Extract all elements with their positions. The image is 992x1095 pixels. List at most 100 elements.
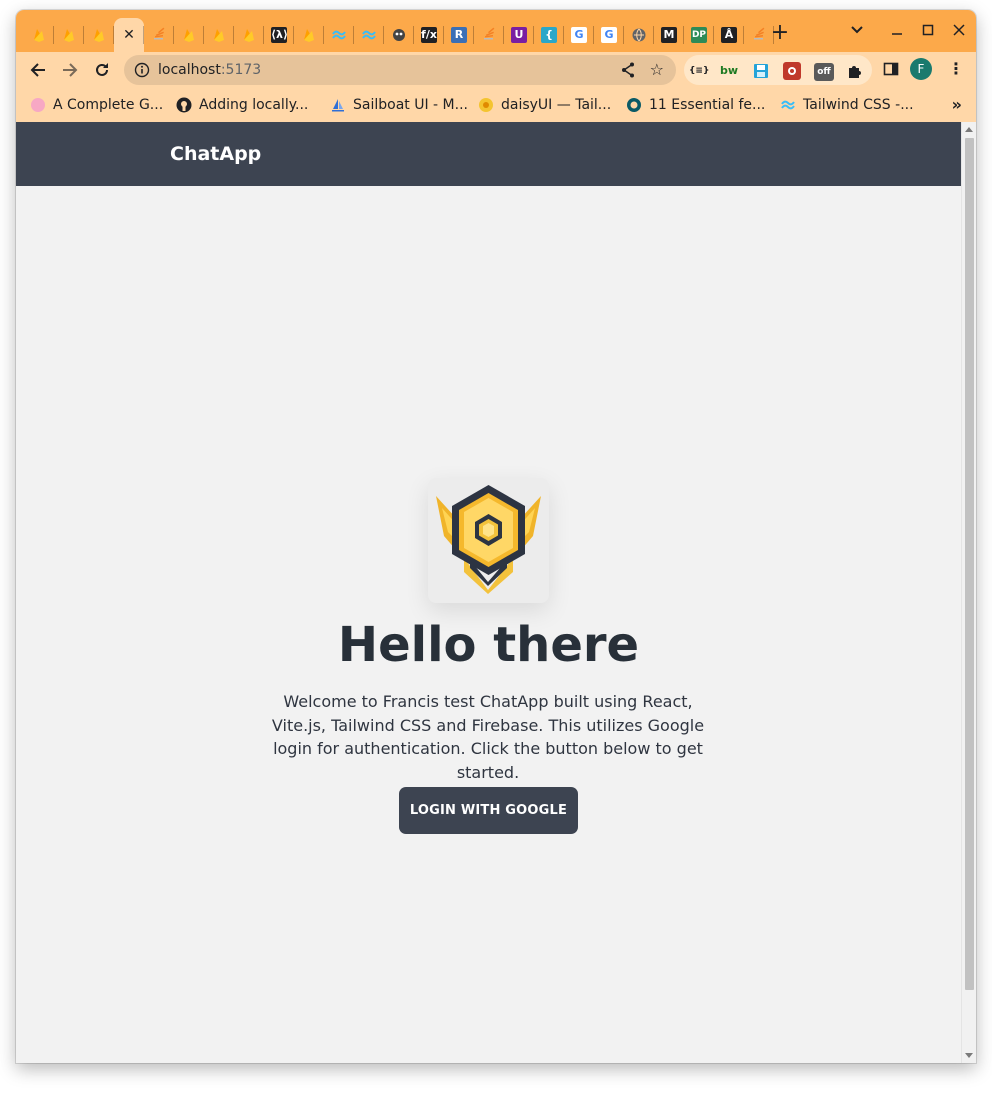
firebase-icon: [64, 29, 74, 42]
stackoverflow-icon: [754, 27, 765, 40]
app-navbar: ChatApp: [16, 122, 961, 186]
red-extension-icon[interactable]: [783, 62, 801, 80]
bookmark-label: A Complete G...: [53, 97, 164, 113]
bw-extension-icon[interactable]: bw: [720, 62, 738, 80]
bookmark-adding-locally[interactable]: Adding locally...: [176, 96, 308, 114]
json-viewer-extension-icon[interactable]: {≡}: [689, 62, 709, 80]
tab-search-icon[interactable]: [846, 19, 868, 41]
url-text: localhost:5173: [158, 61, 261, 79]
share-icon[interactable]: [620, 61, 636, 83]
bracket-icon: {: [541, 27, 557, 43]
browser-tab[interactable]: G: [564, 18, 594, 52]
browser-tab[interactable]: [384, 18, 414, 52]
pink-dot-icon: [30, 97, 46, 113]
maximize-button[interactable]: [917, 19, 939, 41]
bookmark-daisyui[interactable]: daisyUI — Tail...: [478, 96, 611, 114]
close-icon[interactable]: ✕: [123, 27, 135, 43]
forward-button[interactable]: [58, 58, 82, 82]
bookmark-label: Tailwind CSS -...: [803, 97, 914, 113]
profile-avatar[interactable]: F: [910, 58, 932, 80]
forward-arrow-icon: [63, 63, 78, 77]
tailwind-icon: [332, 30, 346, 40]
stackoverflow-icon: [154, 27, 165, 40]
bookmark-label: Sailboat UI - M...: [353, 97, 468, 113]
address-bar[interactable]: localhost:5173 ☆: [124, 55, 676, 85]
back-button[interactable]: [26, 58, 50, 82]
tailwind-icon: [780, 97, 796, 113]
browser-tab[interactable]: ✕: [114, 18, 144, 52]
browser-tab[interactable]: G: [594, 18, 624, 52]
browser-tab[interactable]: [84, 18, 114, 52]
browser-tab[interactable]: U: [504, 18, 534, 52]
bookmark-sailboat-ui[interactable]: Sailboat UI - M...: [330, 96, 468, 114]
app-brand-link[interactable]: ChatApp: [170, 142, 261, 166]
scroll-down-arrow-icon[interactable]: [965, 1053, 973, 1058]
bug-icon: [393, 29, 405, 41]
more-bookmarks-button[interactable]: »: [952, 95, 962, 114]
eleven-icon: [626, 97, 642, 113]
firebase-icon: [184, 29, 194, 42]
u-icon: U: [511, 27, 527, 43]
back-arrow-icon: [30, 63, 45, 77]
browser-tab[interactable]: {: [534, 18, 564, 52]
bookmarks-bar: A Complete G... Adding locally... Sailbo…: [16, 88, 976, 123]
browser-tab[interactable]: ⟨λ⟩: [264, 18, 294, 52]
bookmark-label: Adding locally...: [199, 97, 309, 113]
browser-tab[interactable]: R: [444, 18, 474, 52]
browser-menu-icon[interactable]: ⋮: [948, 60, 964, 78]
site-info-icon[interactable]: [134, 62, 150, 82]
m-icon: M: [661, 27, 677, 43]
google-icon: G: [571, 27, 587, 43]
scroll-up-arrow-icon[interactable]: [965, 127, 973, 132]
page-scrollbar[interactable]: [961, 122, 976, 1063]
reload-button[interactable]: [90, 58, 114, 82]
firebase-icon: [34, 29, 44, 42]
browser-tab[interactable]: [474, 18, 504, 52]
sailboat-icon: [330, 97, 346, 113]
bookmark-tailwind-css[interactable]: Tailwind CSS -...: [780, 96, 914, 114]
browser-tab[interactable]: [624, 18, 654, 52]
extensions-area: {≡} bw off: [684, 55, 872, 85]
browser-tab[interactable]: [54, 18, 84, 52]
bookmark-complete-guide[interactable]: A Complete G...: [30, 96, 163, 114]
bookmark-star-icon[interactable]: ☆: [650, 60, 664, 79]
tab-strip: ✕ ⟨λ⟩ f/x R U { G G M DP Å +: [16, 10, 976, 52]
side-panel-icon[interactable]: [882, 60, 902, 80]
puzzle-extensions-icon[interactable]: [846, 62, 864, 80]
browser-tab[interactable]: [354, 18, 384, 52]
off-extension-icon[interactable]: off: [814, 63, 834, 81]
scrollbar-thumb[interactable]: [965, 138, 974, 990]
browser-tab[interactable]: [234, 18, 264, 52]
browser-tab[interactable]: Å: [714, 18, 744, 52]
page-viewport: ChatApp Hello there Welcome to Francis t…: [16, 122, 976, 1063]
browser-tab[interactable]: [294, 18, 324, 52]
fx-icon: f/x: [421, 27, 437, 43]
browser-tab[interactable]: f/x: [414, 18, 444, 52]
save-extension-icon[interactable]: [752, 62, 770, 80]
google-icon: G: [601, 27, 617, 43]
browser-toolbar: localhost:5173 ☆ {≡} bw off F ⋮: [16, 52, 976, 88]
tower-icon: Å: [721, 27, 737, 43]
bookmark-label: 11 Essential fe...: [649, 97, 766, 113]
browser-tab[interactable]: M: [654, 18, 684, 52]
hero-section: Hello there Welcome to Francis test Chat…: [16, 186, 961, 1063]
browser-tab[interactable]: [204, 18, 234, 52]
new-tab-button[interactable]: +: [768, 22, 792, 46]
bookmark-11-essential[interactable]: 11 Essential fe...: [626, 96, 765, 114]
browser-tab[interactable]: DP: [684, 18, 714, 52]
tailwind-icon: [362, 30, 376, 40]
browser-tab[interactable]: [324, 18, 354, 52]
url-port: :5173: [220, 62, 262, 78]
browser-window: ✕⟨λ⟩f/xRU{GGMDPÅ + localhost:517: [16, 10, 976, 1063]
r-icon: R: [451, 27, 467, 43]
login-with-google-button[interactable]: LOGIN WITH GOOGLE: [399, 787, 578, 834]
browser-tab[interactable]: [144, 18, 174, 52]
minimize-button[interactable]: [886, 19, 908, 41]
firebase-icon: [304, 29, 314, 42]
close-window-button[interactable]: [948, 19, 970, 41]
firebase-icon: [214, 29, 224, 42]
browser-tab[interactable]: [24, 18, 54, 52]
browser-tab[interactable]: [174, 18, 204, 52]
hero-description: Welcome to Francis test ChatApp built us…: [271, 692, 705, 782]
hero-title: Hello there: [337, 617, 640, 673]
